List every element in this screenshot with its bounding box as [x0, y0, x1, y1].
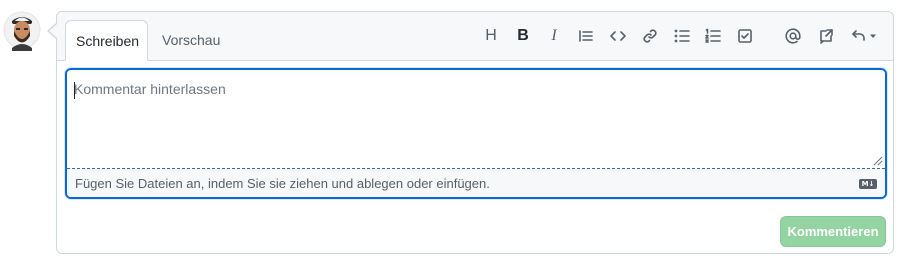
link-button[interactable] [637, 24, 663, 48]
comment-caret-fill [49, 24, 57, 38]
tab-write[interactable]: Schreiben [65, 20, 148, 61]
code-icon [610, 31, 626, 41]
italic-button[interactable]: I [541, 24, 567, 48]
quote-icon [579, 30, 593, 42]
text-cursor [74, 82, 75, 99]
ordered-list-button[interactable] [700, 24, 726, 48]
code-button[interactable] [605, 24, 631, 48]
tab-preview[interactable]: Vorschau [152, 20, 230, 61]
saved-replies-icon [852, 30, 865, 41]
file-attach-dropzone[interactable]: Fügen Sie Dateien an, indem Sie sie zieh… [67, 168, 885, 197]
markdown-icon[interactable]: M↓ [859, 179, 877, 189]
comment-box: Schreiben Vorschau H B I Kommentar hinte… [56, 11, 894, 254]
ordered-list-icon [705, 28, 721, 43]
chevron-down-icon [870, 34, 876, 38]
cross-reference-icon [820, 29, 833, 44]
comment-submit-button[interactable]: Kommentieren [780, 216, 886, 247]
quote-button[interactable] [573, 24, 599, 48]
mention-button[interactable] [780, 24, 806, 48]
heading-button[interactable]: H [478, 24, 504, 48]
task-list-button[interactable] [732, 24, 758, 48]
avatar-image [3, 11, 41, 51]
attach-hint: Fügen Sie Dateien an, indem Sie sie zieh… [75, 176, 490, 191]
task-list-icon [738, 29, 752, 43]
resize-handle[interactable] [873, 156, 883, 166]
bold-icon: B [517, 27, 529, 44]
bold-button[interactable]: B [510, 24, 536, 48]
cross-reference-button[interactable] [813, 24, 839, 48]
link-icon [643, 29, 657, 43]
comment-textarea[interactable] [67, 70, 885, 168]
mention-icon [785, 28, 801, 44]
comment-editor: Fügen Sie Dateien an, indem Sie sie zieh… [65, 68, 887, 199]
italic-icon: I [551, 27, 557, 44]
unordered-list-icon [674, 29, 690, 43]
saved-replies-button[interactable] [847, 24, 881, 48]
heading-icon: H [485, 27, 497, 44]
avatar[interactable] [3, 9, 41, 51]
comment-header: Schreiben Vorschau H B I [57, 12, 893, 61]
unordered-list-button[interactable] [669, 24, 695, 48]
